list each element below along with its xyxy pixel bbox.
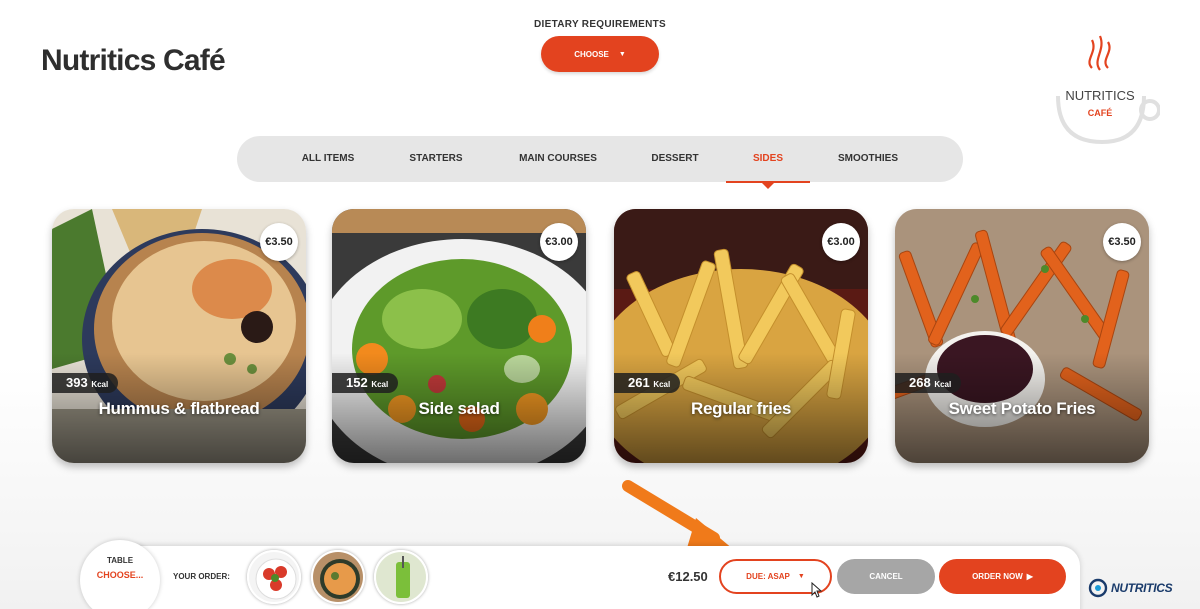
kcal-unit: Kcal (653, 380, 671, 389)
order-now-label: ORDER NOW (972, 572, 1023, 581)
tab-main-courses[interactable]: MAIN COURSES (512, 136, 604, 182)
kcal-badge: 268 Kcal (895, 373, 962, 393)
kcal-unit: Kcal (91, 380, 109, 389)
kcal-unit: Kcal (934, 380, 952, 389)
active-tab-pointer (762, 183, 774, 189)
price-badge: €3.00 (540, 223, 578, 261)
tab-dessert[interactable]: DESSERT (647, 136, 703, 182)
price-badge: €3.00 (822, 223, 860, 261)
item-name: Regular fries (690, 399, 792, 418)
kcal-value: 393 (66, 375, 88, 390)
tab-smoothies[interactable]: SMOOTHIES (831, 136, 905, 182)
dietary-requirements-label: DIETARY REQUIREMENTS (534, 19, 666, 30)
category-tabs: ALL ITEMS STARTERS MAIN COURSES DESSERT … (237, 136, 963, 189)
table-label: TABLE (106, 556, 134, 565)
order-now-button[interactable]: ORDER NOW ▶ (939, 559, 1066, 594)
dietary-select-value: CHOOSE (574, 49, 609, 59)
menu-card-hummus[interactable]: €3.50 393 Kcal Hummus & flatbread (52, 209, 306, 463)
order-thumb-smoothie[interactable] (374, 550, 428, 604)
kcal-badge: 393 Kcal (52, 373, 119, 393)
your-order-label: YOUR ORDER: (173, 572, 230, 581)
logo-line-2: CAFÉ (1087, 108, 1113, 118)
kcal-value: 268 (909, 375, 931, 390)
chevron-down-icon: ▼ (797, 573, 805, 580)
order-total: €12.50 (668, 569, 708, 584)
menu-card-regular-fries[interactable]: €3.00 261 Kcal Regular fries (614, 209, 868, 463)
tab-all-items[interactable]: ALL ITEMS (292, 136, 364, 182)
nutritics-brand-icon (1088, 578, 1108, 598)
item-name: Sweet Potato Fries (948, 399, 1096, 418)
cancel-button[interactable]: CANCEL (837, 559, 935, 594)
table-value: CHOOSE... (96, 570, 144, 580)
chevron-down-icon: ▼ (618, 50, 626, 58)
menu-card-side-salad[interactable]: €3.00 152 Kcal Side salad (332, 209, 586, 463)
logo-line-1: NUTRITICS (1065, 88, 1135, 103)
footer-brand-name: NUTRITICS (1111, 581, 1173, 595)
kcal-badge: 261 Kcal (614, 373, 681, 393)
kcal-badge: 152 Kcal (332, 373, 399, 393)
menu-card-sweet-potato-fries[interactable]: €3.50 268 Kcal Sweet Potato Fries (895, 209, 1149, 463)
kcal-unit: Kcal (371, 380, 389, 389)
mouse-cursor-icon (811, 582, 823, 598)
due-time-value: DUE: ASAP (746, 572, 790, 581)
page-title: Nutritics Café (41, 44, 226, 77)
item-name: Hummus & flatbread (98, 399, 260, 418)
item-name: Side salad (418, 399, 500, 418)
order-thumb-soup[interactable] (311, 550, 365, 604)
price-badge: €3.50 (260, 223, 298, 261)
nutritics-cafe-logo: NUTRITICS CAFÉ (1040, 30, 1161, 150)
dietary-requirements-select[interactable]: CHOOSE ▼ (541, 36, 659, 72)
order-thumb-salad[interactable] (247, 550, 301, 604)
price-badge: €3.50 (1103, 223, 1141, 261)
play-arrow-icon: ▶ (1026, 572, 1033, 581)
kcal-value: 261 (628, 375, 650, 390)
footer-brand: NUTRITICS (1088, 578, 1173, 598)
tab-sides[interactable]: SIDES (740, 136, 796, 182)
tab-starters[interactable]: STARTERS (403, 136, 469, 182)
kcal-value: 152 (346, 375, 368, 390)
